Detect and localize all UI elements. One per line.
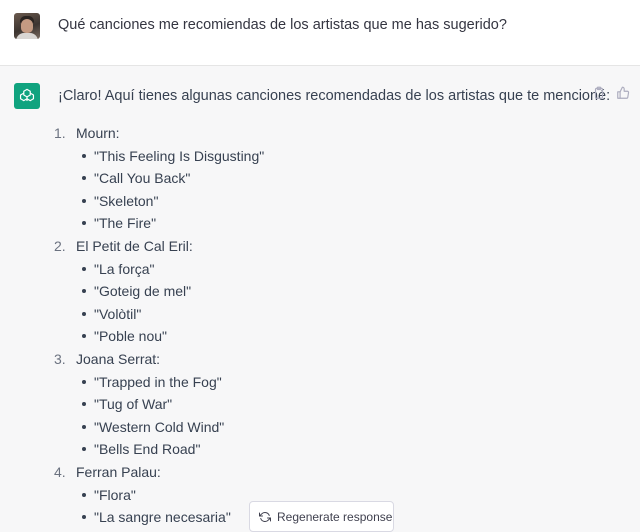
artist-item: 2. El Petit de Cal Eril: [54,235,574,258]
artist-item: 3. Joana Serrat: [54,348,574,371]
song-item: "Call You Back" [54,167,574,190]
artist-name: El Petit de Cal Eril: [76,237,193,254]
artist-item: 4. Ferran Palau: [54,461,574,484]
assistant-intro-text: ¡Claro! Aquí tienes algunas canciones re… [58,88,611,104]
openai-logo-icon [14,83,40,109]
song-item: "Volòtil" [54,303,574,326]
assistant-message: ¡Claro! Aquí tienes algunas canciones re… [0,66,640,532]
user-message-text: Qué canciones me recomiendas de los arti… [58,17,507,33]
artist-name: Joana Serrat: [76,350,161,367]
song-item: "Goteig de mel" [54,280,574,303]
artist-number: 4. [54,463,66,480]
song-item: "Poble nou" [54,325,574,348]
artist-number: 3. [54,350,66,367]
message-actions [592,86,630,100]
song-item: "The Fire" [54,212,574,235]
artist-item: 1. Mourn: [54,122,574,145]
artist-name: Mourn: [76,125,120,141]
song-item: "Trapped in the Fog" [54,371,574,394]
song-item: "Skeleton" [54,190,574,213]
song-item: "This Feeling Is Disgusting" [54,145,574,168]
song-item: "Tug of War" [54,393,574,416]
user-avatar [14,13,40,39]
artist-number: 1. [54,125,66,141]
artist-number: 2. [54,237,66,254]
song-item: "Western Cold Wind" [54,416,574,439]
artist-name: Ferran Palau: [76,463,161,480]
refresh-icon [259,511,271,522]
song-item: "La força" [54,258,574,281]
artist-list: 1. Mourn: "This Feeling Is Disgusting" "Cal… [54,122,574,529]
user-message: Qué canciones me recomiendas de los arti… [0,0,640,66]
regenerate-button[interactable]: Regenerate response [249,501,394,532]
song-item: "Bells End Road" [54,438,574,461]
clipboard-icon[interactable] [592,86,606,100]
thumbs-up-icon[interactable] [616,86,630,100]
regenerate-label: Regenerate response [277,509,393,524]
